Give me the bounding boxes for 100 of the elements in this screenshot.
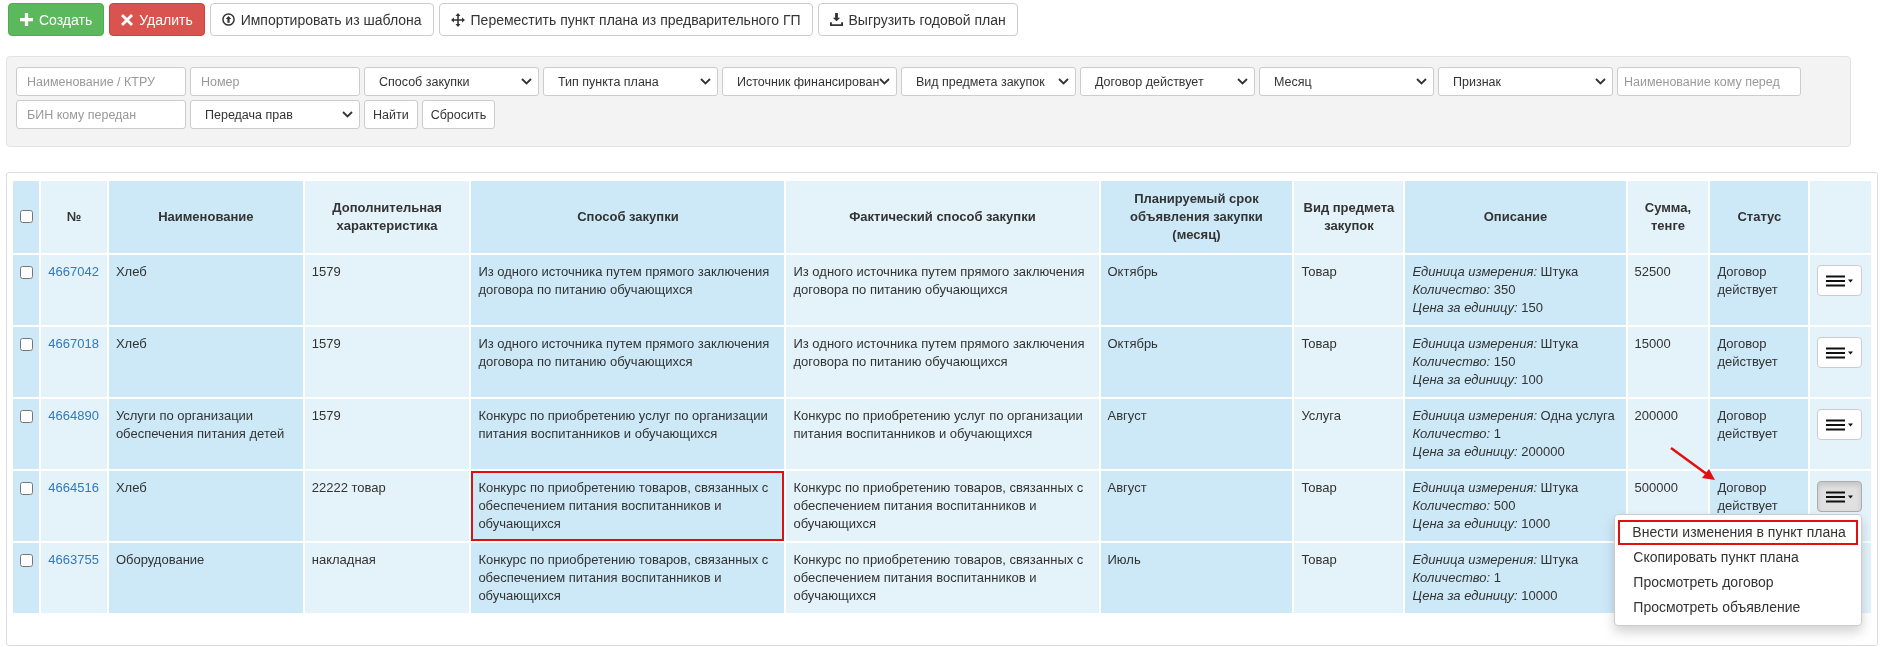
column-header: Вид предмета закупок bbox=[1294, 181, 1404, 253]
description-line: Цена за единицу: 200000 bbox=[1412, 443, 1566, 461]
item-number-link[interactable]: 4667018 bbox=[48, 336, 99, 351]
description-line: Количество: 150 bbox=[1412, 353, 1517, 371]
item-number-link[interactable]: 4663755 bbox=[48, 552, 99, 567]
filter-dropdown[interactable]: Месяц bbox=[1259, 67, 1434, 96]
move-button[interactable]: Переместить пункт плана из предварительного ГП bbox=[438, 3, 813, 36]
table-cell: Оборудование bbox=[108, 543, 303, 613]
menu-item[interactable]: Просмотреть объявление bbox=[1618, 595, 1859, 620]
menu-icon bbox=[1825, 490, 1854, 503]
status-text: Договор действует bbox=[1717, 480, 1778, 513]
table-cell: Октябрь bbox=[1100, 255, 1293, 325]
table-cell: Товар bbox=[1294, 327, 1404, 397]
row-checkbox[interactable] bbox=[20, 482, 33, 495]
chevron-down-icon bbox=[1058, 78, 1069, 85]
row-actions-button[interactable] bbox=[1817, 265, 1863, 296]
description-line: Количество: 350 bbox=[1412, 281, 1517, 299]
description-line: Единица измерения: Штука bbox=[1412, 551, 1580, 569]
table-cell: 22222 товар bbox=[304, 471, 470, 541]
upload-circle-icon bbox=[221, 13, 235, 26]
filter-dropdown[interactable]: Источник финансирован bbox=[722, 67, 897, 96]
description-line: Цена за единицу: 1000 bbox=[1412, 515, 1552, 533]
chevron-down-icon bbox=[700, 78, 711, 85]
table-cell: Услуга bbox=[1294, 399, 1404, 469]
row-actions-button[interactable] bbox=[1817, 481, 1863, 512]
column-header: Способ закупки bbox=[471, 181, 785, 253]
filter-field[interactable]: Номер bbox=[190, 67, 360, 96]
table-cell: Хлеб bbox=[108, 255, 303, 325]
table-cell: 15000 bbox=[1627, 327, 1709, 397]
table-cell: Хлеб bbox=[108, 327, 303, 397]
table-cell: Конкурс по приобретению товаров, связанных с обеспечением питания воспитанников и обучающихся bbox=[471, 543, 785, 613]
filter-field[interactable]: Наименование / КТРУ bbox=[16, 67, 186, 96]
description-line: Количество: 1 bbox=[1412, 569, 1502, 587]
chevron-down-icon bbox=[342, 111, 353, 118]
select-all-checkbox[interactable] bbox=[20, 209, 33, 223]
row-actions-button[interactable] bbox=[1817, 337, 1863, 368]
table-cell: Конкурс по приобретению товаров, связанных с обеспечением питания воспитанников и обучающихся bbox=[471, 471, 785, 541]
description-line: Единица измерения: Штука bbox=[1412, 263, 1580, 281]
column-header: Описание bbox=[1405, 181, 1626, 253]
filter-dropdown[interactable]: Договор действует bbox=[1080, 67, 1255, 96]
chevron-down-icon bbox=[879, 78, 890, 85]
table-cell: Конкурс по приобретению товаров, связанных с обеспечением питания воспитанников и обучающихся bbox=[786, 471, 1099, 541]
filter-dropdown[interactable]: Передача прав bbox=[190, 100, 360, 129]
chevron-down-icon bbox=[1595, 78, 1606, 85]
table-cell: Из одного источника путем прямого заключения договора по питанию обучающихся bbox=[786, 255, 1099, 325]
filter-dropdown[interactable]: Вид предмета закупок bbox=[901, 67, 1076, 96]
item-number-link[interactable]: 4664516 bbox=[48, 480, 99, 495]
table-cell: 1579 bbox=[304, 255, 470, 325]
row-checkbox[interactable] bbox=[20, 410, 33, 423]
table-cell: Хлеб bbox=[108, 471, 303, 541]
filter-dropdown[interactable]: Способ закупки bbox=[364, 67, 539, 96]
menu-item[interactable]: Скопировать пункт плана bbox=[1618, 545, 1859, 570]
chevron-down-icon bbox=[521, 78, 532, 85]
filter-dropdown[interactable]: Тип пункта плана bbox=[543, 67, 718, 96]
description-line: Цена за единицу: 10000 bbox=[1412, 587, 1559, 605]
table-cell: Из одного источника путем прямого заключения договора по питанию обучающихся bbox=[786, 327, 1099, 397]
column-header: Наименование bbox=[108, 181, 303, 253]
description-line: Количество: 1 bbox=[1412, 425, 1502, 443]
table-cell: Товар bbox=[1294, 471, 1404, 541]
status-text: Договор действует bbox=[1717, 264, 1778, 297]
table-cell: 200000 bbox=[1627, 399, 1709, 469]
description-line: Цена за единицу: 100 bbox=[1412, 371, 1545, 389]
row-checkbox[interactable] bbox=[20, 338, 33, 351]
table-cell: Июль bbox=[1100, 543, 1293, 613]
column-header: № bbox=[41, 181, 107, 253]
table-cell: Услуги по организации обеспечения питания детей bbox=[108, 399, 303, 469]
status-text: Договор действует bbox=[1717, 408, 1778, 441]
table-cell: 1579 bbox=[304, 327, 470, 397]
table-cell: 1579 bbox=[304, 399, 470, 469]
item-number-link[interactable]: 4667042 bbox=[48, 264, 99, 279]
description-line: Цена за единицу: 150 bbox=[1412, 299, 1545, 317]
description-line: Единица измерения: Одна услуга bbox=[1412, 407, 1616, 425]
status-text: Договор действует bbox=[1717, 336, 1778, 369]
column-header: Сумма, тенге bbox=[1627, 181, 1709, 253]
filter-button[interactable]: Сбросить bbox=[421, 100, 496, 129]
table-cell: Конкурс по приобретению услуг по организации питания воспитанников и обучающихся bbox=[471, 399, 785, 469]
menu-icon bbox=[1825, 274, 1854, 287]
filter-field[interactable]: БИН кому передан bbox=[16, 100, 186, 129]
table-cell: Из одного источника путем прямого заключения договора по питанию обучающихся bbox=[471, 255, 785, 325]
menu-item[interactable]: Просмотреть договор bbox=[1618, 570, 1859, 595]
filter-field[interactable]: Наименование кому перед bbox=[1617, 67, 1801, 96]
column-header: Статус bbox=[1710, 181, 1809, 253]
filter-button[interactable]: Найти bbox=[364, 100, 418, 129]
move-icon bbox=[450, 12, 465, 27]
menu-item[interactable]: Внести изменения в пункт плана bbox=[1618, 520, 1859, 545]
chevron-down-icon bbox=[1416, 78, 1427, 85]
menu-icon bbox=[1825, 346, 1854, 359]
delete-button[interactable]: Удалить bbox=[109, 3, 205, 36]
table-cell: Из одного источника путем прямого заключения договора по питанию обучающихся bbox=[471, 327, 785, 397]
import-button[interactable]: Импортировать из шаблона bbox=[209, 3, 434, 36]
table-cell: Конкурс по приобретению услуг по организации питания воспитанников и обучающихся bbox=[786, 399, 1099, 469]
item-number-link[interactable]: 4664890 bbox=[48, 408, 99, 423]
download-button[interactable]: Выгрузить годовой план bbox=[817, 3, 1018, 36]
row-checkbox[interactable] bbox=[20, 266, 33, 279]
table-cell: Товар bbox=[1294, 543, 1404, 613]
filter-dropdown[interactable]: Признак bbox=[1438, 67, 1613, 96]
table-cell: Август bbox=[1100, 399, 1293, 469]
row-actions-button[interactable] bbox=[1817, 409, 1863, 440]
row-checkbox[interactable] bbox=[20, 554, 33, 567]
chevron-down-icon bbox=[1237, 78, 1248, 85]
